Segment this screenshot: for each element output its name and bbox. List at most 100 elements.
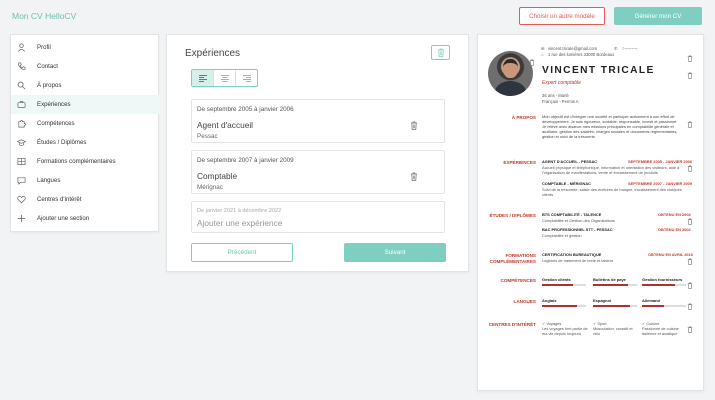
- sidebar-item-contact[interactable]: Contact: [11, 57, 160, 76]
- cv-study-date[interactable]: OBTENU EN 2002: [658, 227, 691, 232]
- cv-training-title[interactable]: CERTIFICATION BUREAUTIQUE: [542, 252, 601, 257]
- skill-name: Gestion clients: [542, 277, 571, 282]
- interest-desc: Passionné de cuisine italienne et asiati…: [642, 326, 679, 336]
- align-center-button[interactable]: [214, 70, 236, 86]
- cv-study-desc[interactable]: Comptabilité et Gestion des Organisation…: [542, 218, 692, 223]
- section-experiences-label: EXPÉRIENCES: [503, 160, 536, 165]
- interest-item[interactable]: ✓ Voyages Les voyages font partie de ma …: [542, 321, 588, 336]
- trash-icon[interactable]: [687, 159, 693, 177]
- experience-place: Mérignac: [197, 184, 223, 191]
- cv-experience-date[interactable]: SEPTEMBRE 2007 - JANVIER 2009: [628, 181, 692, 186]
- choose-model-button[interactable]: Choisir un autre modèle: [519, 7, 605, 25]
- experience-dates: De septembre 2007 à janvier 2009: [197, 157, 294, 164]
- plus-icon: [17, 214, 26, 223]
- trash-icon[interactable]: [687, 115, 693, 133]
- add-experience-card[interactable]: De janvier 2021 à décembre 2022 Ajouter …: [191, 201, 445, 233]
- align-right-button[interactable]: [236, 70, 257, 86]
- cv-preview: ✉ vincent.tricale@gmail.com ✆ 0▪▪▪▪▪▪▪▪▪…: [477, 34, 704, 391]
- panel-title: Expériences: [185, 48, 241, 59]
- trash-icon[interactable]: [687, 297, 693, 315]
- cv-phone[interactable]: 0▪▪▪▪▪▪▪▪▪: [622, 46, 638, 51]
- trash-icon[interactable]: [687, 276, 693, 294]
- experience-dates: De septembre 2005 à janvier 2006: [197, 106, 294, 113]
- align-right-icon: [242, 69, 251, 87]
- cv-experience-date[interactable]: SEPTEMBRE 2005 - JANVIER 2006: [628, 159, 692, 164]
- cv-age-status[interactable]: 36 ans - Marié: [542, 93, 569, 98]
- experience-card[interactable]: De septembre 2005 à janvier 2006 Agent d…: [191, 99, 445, 143]
- skill-item[interactable]: Bulletins de paye: [593, 277, 637, 286]
- trash-icon[interactable]: [410, 117, 418, 135]
- language-name: Espagnol: [593, 298, 612, 303]
- language-level-bar: [593, 305, 637, 307]
- cv-study-title[interactable]: BAC PROFESSIONNEL STT - PESSAC: [542, 227, 613, 232]
- trash-icon[interactable]: [410, 168, 418, 186]
- sidebar-item-a-propos[interactable]: À propos: [11, 76, 160, 95]
- cv-experience-desc[interactable]: Accueil physique et téléphonique, inform…: [542, 165, 687, 175]
- profile-photo[interactable]: [488, 51, 533, 96]
- sidebar-item-profil[interactable]: Profil: [11, 38, 160, 57]
- cv-study-title[interactable]: BTS COMPTABILITÉ - TALENCE: [542, 212, 601, 217]
- sidebar-item-formations[interactable]: Formations complémentaires: [11, 152, 160, 171]
- cv-study-date[interactable]: OBTENU EN 2004: [658, 212, 691, 217]
- section-languages-label: LANGUES: [513, 299, 536, 304]
- photo-head: [503, 59, 518, 78]
- sidebar-item-centres-interet[interactable]: Centres d'intérêt: [11, 190, 160, 209]
- sidebar-item-label: Langues: [37, 177, 61, 184]
- interest-item[interactable]: ✓ Sport Musculation, crossfit et vélo: [593, 321, 639, 336]
- language-level-fill: [642, 305, 664, 307]
- section-interests-label: CENTRES D'INTÉRÊT: [488, 322, 536, 327]
- phone-icon: ✆: [614, 46, 618, 51]
- cv-experience-title[interactable]: AGENT D'ACCUEIL - PESSAC: [542, 159, 597, 164]
- trash-icon[interactable]: [687, 66, 693, 84]
- skill-item[interactable]: Gestion fournisseurs: [642, 277, 686, 286]
- language-name: Anglais: [542, 298, 557, 303]
- sidebar-item-label: Compétences: [37, 120, 75, 127]
- about-text[interactable]: Mon objectif est d'intégrer une société …: [542, 114, 682, 139]
- sidebar-item-competences[interactable]: Compétences: [11, 114, 160, 133]
- delete-section-button[interactable]: [431, 45, 450, 60]
- cv-experience-desc[interactable]: Suivi de la trésorerie, saisie des écrit…: [542, 187, 687, 197]
- language-level-bar: [542, 305, 586, 307]
- align-left-button[interactable]: [192, 70, 214, 86]
- brand-title[interactable]: Mon CV HelloCV: [12, 11, 76, 21]
- cv-experience-title[interactable]: COMPTABLE - MÉRIGNAC: [542, 181, 591, 186]
- sidebar-item-etudes[interactable]: Études / Diplômes: [11, 133, 160, 152]
- language-level-fill: [542, 305, 578, 307]
- trash-icon[interactable]: [687, 320, 693, 338]
- cv-study-desc[interactable]: Comptabilité et gestion: [542, 233, 692, 238]
- previous-button[interactable]: Précédent: [191, 243, 293, 262]
- experience-card[interactable]: De septembre 2007 à janvier 2009 Comptab…: [191, 150, 445, 194]
- sidebar: Profil Contact À propos Expériences Comp…: [10, 34, 160, 232]
- sidebar-item-experiences[interactable]: Expériences: [11, 95, 160, 114]
- cv-job-title[interactable]: Expert comptable: [542, 80, 581, 86]
- skill-level-bar: [542, 284, 586, 286]
- sidebar-item-label: Études / Diplômes: [37, 139, 87, 146]
- next-button[interactable]: Suivant: [344, 243, 446, 262]
- phone-icon: [17, 62, 26, 71]
- trash-icon[interactable]: [687, 49, 693, 67]
- language-item[interactable]: Allemand: [642, 298, 686, 307]
- skill-name: Bulletins de paye: [593, 277, 626, 282]
- skill-level-fill: [542, 284, 573, 286]
- trash-icon[interactable]: [529, 53, 535, 71]
- skill-name: Gestion fournisseurs: [642, 277, 683, 282]
- trash-icon: [437, 44, 445, 62]
- cv-email[interactable]: vincent.tricale@gmail.com: [548, 46, 597, 51]
- language-item[interactable]: Espagnol: [593, 298, 637, 307]
- grid-icon: [17, 157, 26, 166]
- experience-title: Agent d'accueil: [197, 120, 254, 130]
- sidebar-item-langues[interactable]: Langues: [11, 171, 160, 190]
- sidebar-item-label: Centres d'intérêt: [37, 196, 82, 203]
- cv-training-desc[interactable]: Logiciels de traitement de texte et tabl…: [542, 258, 692, 263]
- cv-nationality[interactable]: Français - Permis A: [542, 99, 579, 104]
- interest-desc: Les voyages font partie de ma vie depuis…: [542, 326, 588, 336]
- sidebar-item-label: Formations complémentaires: [37, 158, 116, 165]
- interest-item[interactable]: ✓ Cuisine Passionné de cuisine italienne…: [642, 321, 688, 336]
- generate-cv-button[interactable]: Générer mon CV: [614, 7, 702, 25]
- language-name: Allemand: [642, 298, 661, 303]
- skill-item[interactable]: Gestion clients: [542, 277, 586, 286]
- sidebar-item-add-section[interactable]: Ajouter une section: [11, 209, 160, 228]
- cv-name[interactable]: VINCENT TRICALE: [542, 65, 655, 76]
- language-item[interactable]: Anglais: [542, 298, 586, 307]
- cv-address[interactable]: 1 rue des lumières 33000 Bordeaux: [548, 52, 614, 57]
